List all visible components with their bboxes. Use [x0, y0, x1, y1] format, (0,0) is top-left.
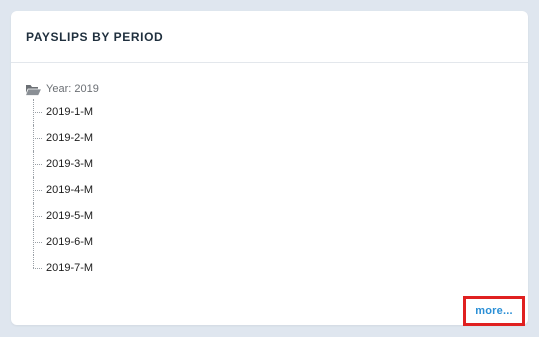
tree-item-period[interactable]: 2019-5-M — [33, 203, 325, 229]
tree-connector — [33, 268, 42, 269]
period-label: 2019-1-M — [46, 106, 94, 118]
tree-item-period[interactable]: 2019-3-M — [33, 151, 325, 177]
period-label: 2019-7-M — [46, 262, 94, 274]
tree-connector — [33, 164, 42, 165]
tree-item-period[interactable]: 2019-7-M — [33, 255, 325, 281]
year-label: Year: 2019 — [46, 83, 99, 95]
tree-connector — [33, 190, 42, 191]
tree-item-period[interactable]: 2019-1-M — [33, 99, 325, 125]
period-label: 2019-6-M — [46, 236, 94, 248]
tree-item-period[interactable]: 2019-2-M — [33, 125, 325, 151]
period-tree: Year: 2019 2019-1-M 2019-2-M 2019-3-M 20… — [24, 81, 325, 281]
tree-connector — [33, 255, 34, 268]
card-header: PAYSLIPS BY PERIOD — [11, 11, 528, 63]
tree-node-year[interactable]: Year: 2019 — [24, 81, 325, 97]
period-label: 2019-2-M — [46, 132, 94, 144]
more-link-highlight: more... — [463, 296, 525, 326]
more-link[interactable]: more... — [475, 305, 512, 317]
tree-connector — [33, 216, 42, 217]
payslips-card: PAYSLIPS BY PERIOD Year: 2019 2019-1-M 2… — [11, 11, 528, 326]
tree-connector — [33, 138, 42, 139]
card-title: PAYSLIPS BY PERIOD — [26, 29, 164, 44]
folder-open-icon — [24, 83, 43, 96]
period-label: 2019-3-M — [46, 158, 94, 170]
tree-connector — [33, 242, 42, 243]
period-list: 2019-1-M 2019-2-M 2019-3-M 2019-4-M 2019 — [33, 97, 325, 281]
tree-item-period[interactable]: 2019-4-M — [33, 177, 325, 203]
tree-connector — [33, 112, 42, 113]
period-label: 2019-4-M — [46, 184, 94, 196]
period-label: 2019-5-M — [46, 210, 94, 222]
tree-item-period[interactable]: 2019-6-M — [33, 229, 325, 255]
